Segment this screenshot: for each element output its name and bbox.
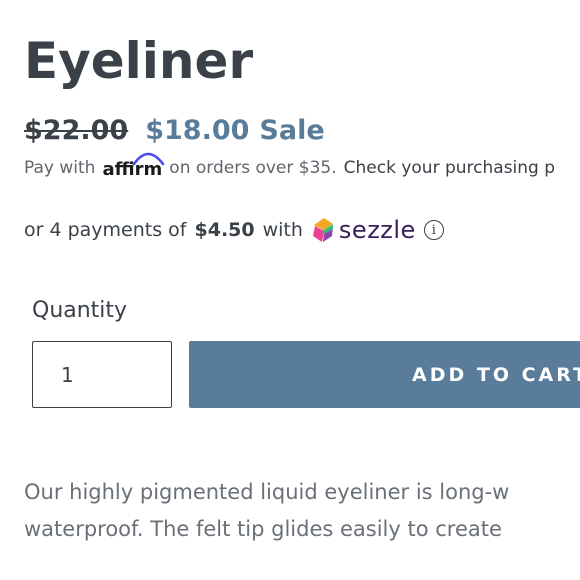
description-line: Our highly pigmented liquid eyeliner is … [24, 480, 510, 504]
product-title: Eyeliner [24, 32, 254, 90]
info-icon[interactable]: i [423, 220, 444, 240]
affirm-promo: Pay with affirm on orders over $35. Chec… [24, 152, 555, 182]
affirm-prequal-link[interactable]: Check your purchasing p [344, 158, 555, 178]
sale-label: Sale [259, 114, 325, 146]
sezzle-logo-icon [312, 218, 333, 242]
sezzle-with: with [262, 219, 303, 241]
product-description: Our highly pigmented liquid eyeliner is … [24, 474, 580, 548]
product-page: Eyeliner $22.00 $18.00 Sale Pay with aff… [0, 0, 580, 580]
affirm-prefix: Pay with [24, 158, 96, 178]
sezzle-promo: or 4 payments of $4.50 with sezzle i [24, 214, 444, 246]
affirm-logo: affirm [102, 152, 165, 180]
sezzle-installment-amount: $4.50 [194, 219, 255, 241]
quantity-label: Quantity [32, 298, 128, 323]
affirm-suffix: on orders over $35. [169, 158, 337, 178]
description-line: waterproof. The felt tip glides easily t… [24, 517, 502, 541]
quantity-input[interactable] [32, 341, 172, 408]
original-price: $22.00 [24, 114, 129, 146]
sale-price: $18.00 [145, 114, 250, 146]
sezzle-logo-text: sezzle [338, 216, 416, 244]
price-row: $22.00 $18.00 Sale [24, 111, 325, 149]
affirm-arc-icon [132, 152, 165, 165]
sezzle-prefix: or 4 payments of [24, 219, 187, 241]
add-to-cart-button[interactable]: ADD TO CART [189, 341, 580, 408]
